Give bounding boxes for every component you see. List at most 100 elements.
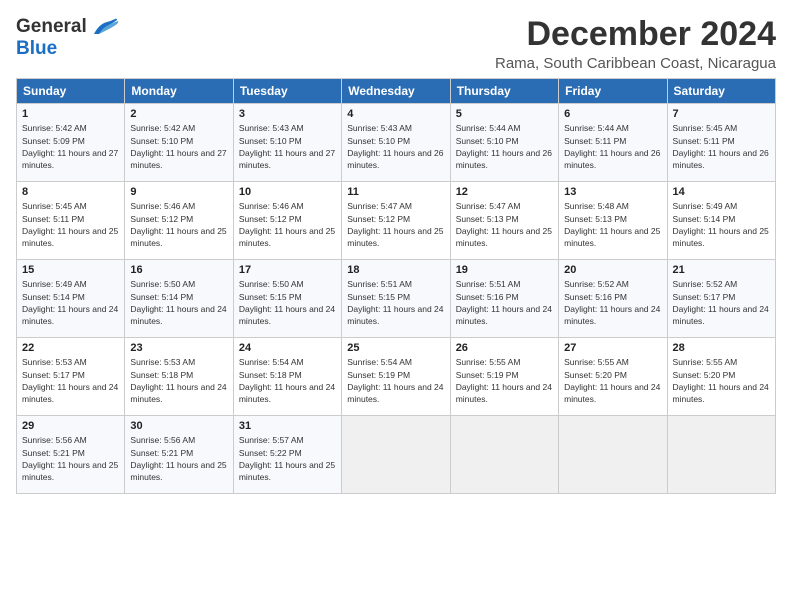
calendar-cell: 24 Sunrise: 5:54 AMSunset: 5:18 PMDayligh… <box>233 338 341 416</box>
header-wednesday: Wednesday <box>342 79 450 104</box>
day-info: Sunrise: 5:49 AMSunset: 5:14 PMDaylight:… <box>22 278 119 327</box>
day-number: 27 <box>564 342 661 354</box>
calendar-cell: 27 Sunrise: 5:55 AMSunset: 5:20 PMDayligh… <box>559 338 667 416</box>
calendar-cell: 25 Sunrise: 5:54 AMSunset: 5:19 PMDayligh… <box>342 338 450 416</box>
logo-bird-icon <box>89 16 119 38</box>
logo: General Blue <box>16 16 119 60</box>
calendar-cell: 3 Sunrise: 5:43 AMSunset: 5:10 PMDaylight… <box>233 104 341 182</box>
day-info: Sunrise: 5:52 AMSunset: 5:16 PMDaylight:… <box>564 278 661 327</box>
day-number: 1 <box>22 108 119 120</box>
day-info: Sunrise: 5:45 AMSunset: 5:11 PMDaylight:… <box>22 200 119 249</box>
day-info: Sunrise: 5:55 AMSunset: 5:20 PMDaylight:… <box>673 356 770 405</box>
header-thursday: Thursday <box>450 79 558 104</box>
day-info: Sunrise: 5:46 AMSunset: 5:12 PMDaylight:… <box>130 200 227 249</box>
header-saturday: Saturday <box>667 79 775 104</box>
day-number: 10 <box>239 186 336 198</box>
day-number: 6 <box>564 108 661 120</box>
calendar-cell: 23 Sunrise: 5:53 AMSunset: 5:18 PMDayligh… <box>125 338 233 416</box>
day-number: 12 <box>456 186 553 198</box>
day-number: 26 <box>456 342 553 354</box>
calendar-cell: 30 Sunrise: 5:56 AMSunset: 5:21 PMDayligh… <box>125 416 233 494</box>
day-number: 17 <box>239 264 336 276</box>
calendar-cell: 10Sunrise: 5:46 AMSunset: 5:12 PMDayligh… <box>233 182 341 260</box>
day-number: 16 <box>130 264 227 276</box>
calendar-cell: 7 Sunrise: 5:45 AMSunset: 5:11 PMDaylight… <box>667 104 775 182</box>
header-friday: Friday <box>559 79 667 104</box>
day-number: 24 <box>239 342 336 354</box>
day-info: Sunrise: 5:53 AMSunset: 5:18 PMDaylight:… <box>130 356 227 405</box>
calendar-cell: 16 Sunrise: 5:50 AMSunset: 5:14 PMDayligh… <box>125 260 233 338</box>
day-info: Sunrise: 5:51 AMSunset: 5:16 PMDaylight:… <box>456 278 553 327</box>
calendar-cell: 1 Sunrise: 5:42 AMSunset: 5:09 PMDaylight… <box>17 104 125 182</box>
day-number: 13 <box>564 186 661 198</box>
calendar-cell: 31Sunrise: 5:57 AMSunset: 5:22 PMDayligh… <box>233 416 341 494</box>
location-subtitle: Rama, South Caribbean Coast, Nicaragua <box>495 55 776 72</box>
day-number: 29 <box>22 420 119 432</box>
day-number: 30 <box>130 420 227 432</box>
calendar-cell: 28 Sunrise: 5:55 AMSunset: 5:20 PMDayligh… <box>667 338 775 416</box>
header-tuesday: Tuesday <box>233 79 341 104</box>
calendar-cell: 13 Sunrise: 5:48 AMSunset: 5:13 PMDayligh… <box>559 182 667 260</box>
title-section: December 2024 Rama, South Caribbean Coas… <box>495 16 776 72</box>
day-info: Sunrise: 5:43 AMSunset: 5:10 PMDaylight:… <box>347 122 444 171</box>
header-sunday: Sunday <box>17 79 125 104</box>
calendar-cell: 8 Sunrise: 5:45 AMSunset: 5:11 PMDaylight… <box>17 182 125 260</box>
day-info: Sunrise: 5:45 AMSunset: 5:11 PMDaylight:… <box>673 122 770 171</box>
day-number: 4 <box>347 108 444 120</box>
day-info: Sunrise: 5:56 AMSunset: 5:21 PMDaylight:… <box>22 434 119 483</box>
calendar-cell: 29 Sunrise: 5:56 AMSunset: 5:21 PMDayligh… <box>17 416 125 494</box>
day-info: Sunrise: 5:42 AMSunset: 5:09 PMDaylight:… <box>22 122 119 171</box>
day-info: Sunrise: 5:53 AMSunset: 5:17 PMDaylight:… <box>22 356 119 405</box>
calendar-row: 29 Sunrise: 5:56 AMSunset: 5:21 PMDayligh… <box>17 416 776 494</box>
day-number: 11 <box>347 186 444 198</box>
logo-blue: Blue <box>16 38 57 60</box>
calendar-cell: 11 Sunrise: 5:47 AMSunset: 5:12 PMDayligh… <box>342 182 450 260</box>
day-info: Sunrise: 5:48 AMSunset: 5:13 PMDaylight:… <box>564 200 661 249</box>
calendar-cell: 26 Sunrise: 5:55 AMSunset: 5:19 PMDayligh… <box>450 338 558 416</box>
calendar-cell <box>342 416 450 494</box>
day-info: Sunrise: 5:50 AMSunset: 5:14 PMDaylight:… <box>130 278 227 327</box>
day-info: Sunrise: 5:55 AMSunset: 5:20 PMDaylight:… <box>564 356 661 405</box>
day-info: Sunrise: 5:43 AMSunset: 5:10 PMDaylight:… <box>239 122 336 171</box>
day-number: 5 <box>456 108 553 120</box>
day-number: 14 <box>673 186 770 198</box>
day-info: Sunrise: 5:49 AMSunset: 5:14 PMDaylight:… <box>673 200 770 249</box>
day-number: 23 <box>130 342 227 354</box>
day-info: Sunrise: 5:54 AMSunset: 5:19 PMDaylight:… <box>347 356 444 405</box>
day-info: Sunrise: 5:51 AMSunset: 5:15 PMDaylight:… <box>347 278 444 327</box>
day-info: Sunrise: 5:47 AMSunset: 5:12 PMDaylight:… <box>347 200 444 249</box>
calendar-row: 15 Sunrise: 5:49 AMSunset: 5:14 PMDayligh… <box>17 260 776 338</box>
calendar-cell <box>450 416 558 494</box>
calendar-cell <box>559 416 667 494</box>
calendar-cell: 14 Sunrise: 5:49 AMSunset: 5:14 PMDayligh… <box>667 182 775 260</box>
calendar-table: Sunday Monday Tuesday Wednesday Thursday… <box>16 78 776 494</box>
calendar-cell: 12Sunrise: 5:47 AMSunset: 5:13 PMDayligh… <box>450 182 558 260</box>
day-number: 2 <box>130 108 227 120</box>
day-number: 7 <box>673 108 770 120</box>
day-number: 28 <box>673 342 770 354</box>
header-monday: Monday <box>125 79 233 104</box>
day-number: 21 <box>673 264 770 276</box>
day-number: 9 <box>130 186 227 198</box>
day-number: 20 <box>564 264 661 276</box>
day-number: 3 <box>239 108 336 120</box>
calendar-cell: 15 Sunrise: 5:49 AMSunset: 5:14 PMDayligh… <box>17 260 125 338</box>
day-info: Sunrise: 5:52 AMSunset: 5:17 PMDaylight:… <box>673 278 770 327</box>
day-info: Sunrise: 5:56 AMSunset: 5:21 PMDaylight:… <box>130 434 227 483</box>
calendar-header-row: Sunday Monday Tuesday Wednesday Thursday… <box>17 79 776 104</box>
day-number: 15 <box>22 264 119 276</box>
day-info: Sunrise: 5:55 AMSunset: 5:19 PMDaylight:… <box>456 356 553 405</box>
calendar-cell: 18 Sunrise: 5:51 AMSunset: 5:15 PMDayligh… <box>342 260 450 338</box>
calendar-cell: 9 Sunrise: 5:46 AMSunset: 5:12 PMDaylight… <box>125 182 233 260</box>
calendar-cell: 5Sunrise: 5:44 AMSunset: 5:10 PMDaylight… <box>450 104 558 182</box>
day-number: 18 <box>347 264 444 276</box>
calendar-cell: 2Sunrise: 5:42 AMSunset: 5:10 PMDaylight… <box>125 104 233 182</box>
day-number: 8 <box>22 186 119 198</box>
calendar-cell: 20 Sunrise: 5:52 AMSunset: 5:16 PMDayligh… <box>559 260 667 338</box>
logo-general: General <box>16 16 87 38</box>
day-info: Sunrise: 5:54 AMSunset: 5:18 PMDaylight:… <box>239 356 336 405</box>
month-title: December 2024 <box>495 16 776 53</box>
day-info: Sunrise: 5:44 AMSunset: 5:11 PMDaylight:… <box>564 122 661 171</box>
page-header: General Blue December 2024 Rama, South C… <box>16 16 776 72</box>
day-number: 25 <box>347 342 444 354</box>
